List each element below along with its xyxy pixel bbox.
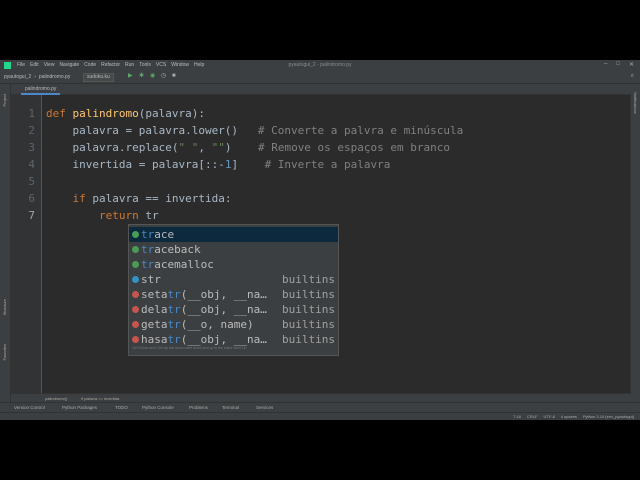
python-packages-tab[interactable]: Python Packages bbox=[62, 405, 97, 410]
favorites-tool-tab[interactable]: Favorites bbox=[2, 344, 7, 360]
window-title: pyautogui_2 - palindromo.py bbox=[288, 62, 352, 68]
navigation-toolbar: pyautogui_2 › palindromo.py sudoku.ku ▶ … bbox=[0, 71, 640, 84]
autocomplete-hint: Ctrl+Down and Ctrl+Up will move caret do… bbox=[132, 346, 247, 350]
breadcrumb-separator: › bbox=[34, 74, 36, 80]
terminal-tab[interactable]: Terminal bbox=[222, 405, 239, 410]
run-icon[interactable]: ▶ bbox=[128, 73, 134, 79]
right-tool-strip: Notifications bbox=[630, 84, 640, 402]
caret-position[interactable]: 7:18 bbox=[513, 414, 521, 419]
python-interpreter[interactable]: Python 3.10 (env_pyautogui) bbox=[583, 414, 634, 419]
debug-icon[interactable]: ✱ bbox=[139, 73, 145, 79]
completion-source: builtins bbox=[282, 273, 335, 286]
project-tool-tab[interactable]: Project bbox=[2, 94, 7, 106]
completion-kind-icon bbox=[132, 336, 139, 343]
autocomplete-item[interactable]: trace bbox=[129, 227, 338, 242]
completion-name: str bbox=[141, 273, 161, 286]
completion-kind-icon bbox=[132, 261, 139, 268]
completion-name: delatr(__obj, __na… bbox=[141, 303, 267, 316]
completion-source: builtins bbox=[282, 303, 335, 316]
autocomplete-item[interactable]: hasatr(__obj, __na… builtins bbox=[129, 332, 338, 347]
autocomplete-item[interactable]: tracemalloc bbox=[129, 257, 338, 272]
completion-name: hasatr(__obj, __na… bbox=[141, 333, 267, 346]
breadcrumb-if[interactable]: if palavra == invertida bbox=[81, 396, 119, 401]
line-number: 1 bbox=[28, 107, 35, 120]
line-number: 3 bbox=[28, 141, 35, 154]
completion-source: builtins bbox=[282, 333, 335, 346]
line-number-gutter: 1 2 3 4 5 6 7 bbox=[11, 95, 42, 393]
completion-kind-icon bbox=[132, 276, 139, 283]
structure-tool-tab[interactable]: Structure bbox=[2, 299, 7, 315]
line-number: 5 bbox=[28, 175, 35, 188]
completion-kind-icon bbox=[132, 246, 139, 253]
menu-bar: File Edit View Navigate Code Refactor Ru… bbox=[0, 60, 640, 71]
completion-source: builtins bbox=[282, 318, 335, 331]
autocomplete-popup: trace traceback tracemalloc str builtins seta… bbox=[128, 224, 339, 356]
line-number: 6 bbox=[28, 192, 35, 205]
problems-tab[interactable]: Problems bbox=[189, 405, 208, 410]
line-number: 4 bbox=[28, 158, 35, 171]
indent-setting[interactable]: 4 spaces bbox=[561, 414, 577, 419]
autocomplete-item[interactable]: getatr(__o, name) builtins bbox=[129, 317, 338, 332]
tab-label: palindromo.py bbox=[25, 86, 57, 92]
breadcrumb-function[interactable]: palindromo() bbox=[45, 396, 67, 401]
close-icon[interactable]: ✕ bbox=[629, 61, 634, 68]
completion-kind-icon bbox=[132, 306, 139, 313]
line-separator[interactable]: CRLF bbox=[527, 414, 537, 419]
tab-palindromo[interactable]: palindromo.py bbox=[21, 85, 61, 95]
completion-name: setatr(__obj, __na… bbox=[141, 288, 267, 301]
minimize-icon[interactable]: – bbox=[604, 61, 607, 68]
version-control-tab[interactable]: Version Control bbox=[14, 405, 45, 410]
line-number-current: 7 bbox=[28, 209, 35, 222]
file-encoding[interactable]: UTF-8 bbox=[543, 414, 554, 419]
services-tab[interactable]: Services bbox=[256, 405, 273, 410]
breadcrumb-file[interactable]: palindromo.py bbox=[39, 74, 70, 80]
code-line: palavra = palavra.lower() # Converte a p… bbox=[46, 124, 464, 137]
completion-name: trace bbox=[141, 228, 175, 241]
autocomplete-item[interactable]: delatr(__obj, __na… builtins bbox=[129, 302, 338, 317]
code-line: if palavra == invertida: bbox=[72, 192, 232, 205]
autocomplete-item[interactable]: traceback bbox=[129, 242, 338, 257]
line-number: 2 bbox=[28, 124, 35, 137]
completion-source: builtins bbox=[282, 288, 335, 301]
search-icon[interactable]: ⌕ bbox=[631, 73, 634, 80]
code-line: palavra.replace(" ", "") # Remove os esp… bbox=[46, 141, 451, 154]
completion-kind-icon bbox=[132, 321, 139, 328]
profile-icon[interactable]: ◷ bbox=[161, 73, 167, 79]
code-line: invertida = palavra[::-1] # Inverte a pa… bbox=[46, 158, 391, 171]
left-tool-strip: Project Structure Favorites bbox=[0, 84, 11, 402]
stop-icon[interactable]: ■ bbox=[172, 73, 178, 79]
completion-name: getatr(__o, name) bbox=[141, 318, 254, 331]
completion-kind-icon bbox=[132, 231, 139, 238]
code-line: def palindromo(palavra): bbox=[46, 107, 205, 120]
ide-window: File Edit View Navigate Code Refactor Ru… bbox=[0, 60, 640, 420]
notifications-tool-tab[interactable]: Notifications bbox=[633, 92, 638, 114]
breadcrumb-project[interactable]: pyautogui_2 bbox=[4, 74, 31, 80]
run-config-selector[interactable]: sudoku.ku bbox=[83, 73, 114, 82]
maximize-icon[interactable]: □ bbox=[616, 61, 620, 68]
autocomplete-item[interactable]: setatr(__obj, __na… builtins bbox=[129, 287, 338, 302]
completion-name: traceback bbox=[141, 243, 201, 256]
todo-tab[interactable]: TODO bbox=[115, 405, 128, 410]
python-console-tab[interactable]: Python Console bbox=[142, 405, 174, 410]
completion-kind-icon bbox=[132, 291, 139, 298]
code-line-current: return tr bbox=[98, 209, 159, 222]
status-bar: 7:18 CRLF UTF-8 4 spaces Python 3.10 (en… bbox=[0, 412, 640, 420]
completion-name: tracemalloc bbox=[141, 258, 214, 271]
coverage-icon[interactable]: ◉ bbox=[150, 73, 156, 79]
editor-tabs: palindromo.py bbox=[11, 84, 631, 95]
autocomplete-item[interactable]: str builtins bbox=[129, 272, 338, 287]
